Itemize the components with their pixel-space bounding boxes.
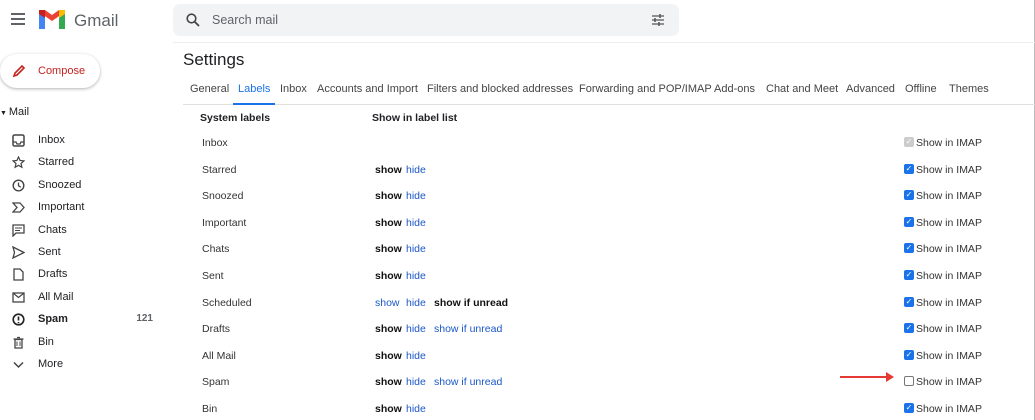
mail-section-toggle[interactable]: ▼ Mail xyxy=(0,106,29,118)
hide-link[interactable]: hide xyxy=(406,376,426,388)
label-name: All Mail xyxy=(202,349,236,362)
show-selected: show xyxy=(375,243,402,256)
show-in-imap-label[interactable]: Show in IMAP xyxy=(916,323,982,335)
show-if-unread-selected: show if unread xyxy=(434,296,509,309)
compose-label: Compose xyxy=(38,65,86,77)
top-bar: Gmail Search mail xyxy=(0,0,1035,42)
tab-accounts-and-import[interactable]: Accounts and Import xyxy=(317,83,418,95)
label-row-drafts: Drafts show hide show if unread ✓ Show in IMA… xyxy=(0,320,1035,340)
show-in-imap-label[interactable]: Show in IMAP xyxy=(916,243,982,255)
show-in-label-list-header: Show in label list xyxy=(372,112,458,124)
show-link[interactable]: show xyxy=(375,297,400,309)
label-name: Important xyxy=(202,216,247,229)
show-in-imap-checkbox[interactable]: ✓ xyxy=(904,190,914,201)
tab-advanced[interactable]: Advanced xyxy=(846,83,895,95)
show-in-imap-checkbox[interactable]: ✓ xyxy=(904,349,914,360)
label-row-inbox: Inbox ✓ Show in IMAP xyxy=(0,134,1035,154)
label-name: Snoozed xyxy=(202,190,244,203)
label-name: Sent xyxy=(202,270,224,282)
label-row-chats: Chats show hide ✓ Show in IMAP xyxy=(0,240,1035,260)
show-in-imap-checkbox[interactable]: ✓ xyxy=(904,296,914,307)
show-if-unread-link[interactable]: show if unread xyxy=(434,323,502,335)
tab-forwarding-and-pop-imap[interactable]: Forwarding and POP/IMAP xyxy=(579,83,712,95)
show-in-imap-checkbox[interactable]: ✓ xyxy=(904,163,914,174)
show-selected: show xyxy=(375,376,402,389)
show-in-imap-label[interactable]: Show in IMAP xyxy=(916,376,982,388)
show-in-imap-checkbox[interactable]: ✓ xyxy=(904,216,914,227)
hide-link[interactable]: hide xyxy=(406,350,426,362)
show-in-imap-checkbox[interactable] xyxy=(904,376,914,387)
show-selected: show xyxy=(375,349,402,362)
label-name: Drafts xyxy=(202,323,231,336)
pencil-icon xyxy=(12,64,26,78)
label-row-bin: Bin show hide ✓ Show in IMAP xyxy=(0,400,1035,420)
label-row-scheduled: Scheduled show hide show if unread ✓ Show in … xyxy=(0,294,1035,314)
show-in-imap-label[interactable]: Show in IMAP xyxy=(916,270,982,282)
search-input[interactable]: Search mail xyxy=(173,4,679,36)
label-name: Chats xyxy=(202,243,230,256)
label-row-important: Important show hide ✓ Show in IMAP xyxy=(0,214,1035,234)
show-selected: show xyxy=(375,270,402,282)
label-name: Spam xyxy=(202,376,230,389)
show-in-imap-label[interactable]: Show in IMAP xyxy=(916,164,982,176)
search-placeholder: Search mail xyxy=(212,13,278,27)
show-selected: show xyxy=(375,403,402,415)
hide-link[interactable]: hide xyxy=(406,270,426,282)
show-selected: show xyxy=(375,163,402,176)
red-arrow-annotation xyxy=(840,372,894,382)
label-row-sent: Sent show hide ✓ Show in IMAP xyxy=(0,267,1035,287)
label-row-snoozed: Snoozed show hide ✓ Show in IMAP xyxy=(0,187,1035,207)
show-in-imap-label[interactable]: Show in IMAP xyxy=(916,217,982,229)
hide-link[interactable]: hide xyxy=(406,190,426,202)
show-selected: show xyxy=(375,190,402,203)
divider xyxy=(173,42,1035,43)
gmail-logo xyxy=(39,10,65,29)
tab-filters-and-blocked-addresses[interactable]: Filters and blocked addresses xyxy=(427,83,573,95)
hide-link[interactable]: hide xyxy=(406,164,426,176)
show-selected: show xyxy=(375,216,402,229)
tab-labels[interactable]: Labels xyxy=(232,83,276,105)
label-row-starred: Starred show hide ✓ Show in IMAP xyxy=(0,161,1035,181)
hide-link[interactable]: hide xyxy=(406,217,426,229)
tab-themes[interactable]: Themes xyxy=(949,83,989,95)
compose-button[interactable]: Compose xyxy=(0,54,100,88)
tab-offline[interactable]: Offline xyxy=(905,83,937,95)
hide-link[interactable]: hide xyxy=(406,243,426,255)
search-icon[interactable] xyxy=(186,13,200,27)
system-labels-header: System labels xyxy=(200,112,271,124)
app-name: Gmail xyxy=(74,11,119,30)
tab-inbox[interactable]: Inbox xyxy=(280,83,307,95)
hide-link[interactable]: hide xyxy=(406,403,426,415)
mail-section-label: Mail xyxy=(8,106,30,118)
show-in-imap-label[interactable]: Show in IMAP xyxy=(916,350,982,362)
show-in-imap-label[interactable]: Show in IMAP xyxy=(916,137,982,149)
page-title: Settings xyxy=(183,50,245,69)
tab-add-ons[interactable]: Add-ons xyxy=(714,83,755,95)
label-name: Bin xyxy=(202,403,218,415)
search-options-icon[interactable] xyxy=(651,13,665,27)
hide-link[interactable]: hide xyxy=(406,297,426,309)
settings-tabs: General Labels Inbox Accounts and Import Fil… xyxy=(183,75,1035,105)
show-selected: show xyxy=(375,323,402,336)
label-name: Starred xyxy=(202,163,237,176)
hide-link[interactable]: hide xyxy=(406,323,426,335)
show-in-imap-label[interactable]: Show in IMAP xyxy=(916,403,982,415)
show-in-imap-label[interactable]: Show in IMAP xyxy=(916,297,982,309)
show-in-imap-checkbox[interactable]: ✓ xyxy=(904,243,914,254)
show-in-imap-checkbox[interactable]: ✓ xyxy=(904,403,914,413)
label-name: Inbox xyxy=(202,137,228,149)
show-if-unread-link[interactable]: show if unread xyxy=(434,376,502,388)
show-in-imap-label[interactable]: Show in IMAP xyxy=(916,190,982,202)
tab-chat-and-meet[interactable]: Chat and Meet xyxy=(766,83,838,95)
label-name: Scheduled xyxy=(202,296,252,309)
show-in-imap-checkbox[interactable]: ✓ xyxy=(904,270,914,280)
tab-general[interactable]: General xyxy=(190,83,229,95)
main-menu-icon[interactable] xyxy=(11,13,25,25)
show-in-imap-checkbox: ✓ xyxy=(904,137,914,147)
show-in-imap-checkbox[interactable]: ✓ xyxy=(904,323,914,334)
label-row-all-mail: All Mail show hide ✓ Show in IMAP xyxy=(0,347,1035,367)
caret-down-icon: ▼ xyxy=(0,110,9,117)
